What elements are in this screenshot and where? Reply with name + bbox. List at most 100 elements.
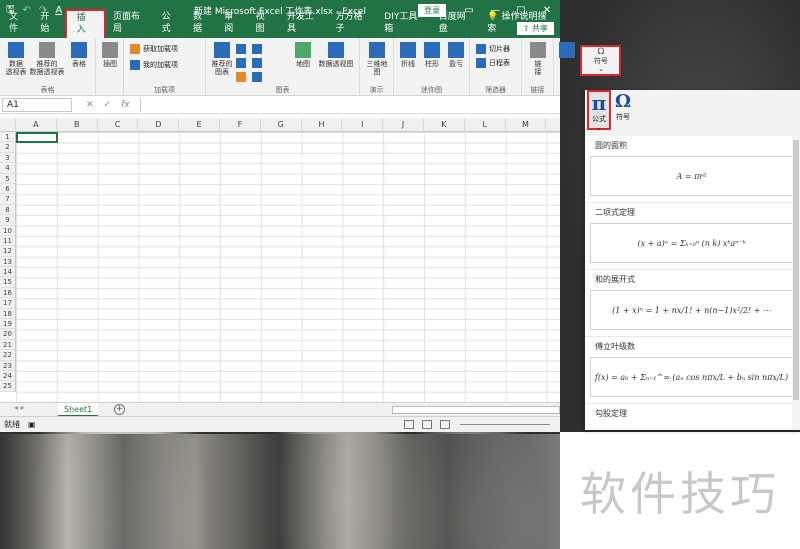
my-addins-button[interactable]: 我的加载项 [130, 60, 178, 70]
column-header[interactable]: J [383, 118, 424, 132]
equation-item-fourier[interactable]: 傅立叶级数 f(x) = a₀ + Σₙ₌₁^∞ (aₙ cos nπx/L +… [585, 337, 800, 404]
recommended-charts-button[interactable]: 推荐的 图表 [210, 42, 234, 76]
column-header[interactable]: N [546, 118, 560, 132]
zoom-slider[interactable] [460, 424, 550, 425]
hierarchy-chart-icon[interactable] [252, 44, 262, 54]
illustrations-button[interactable]: 插图 [101, 42, 119, 68]
row-header[interactable]: 16 [0, 288, 15, 299]
column-header[interactable]: L [465, 118, 506, 132]
page-layout-view-icon[interactable] [422, 420, 432, 429]
tab-ffgz[interactable]: 方方格子 [329, 11, 378, 38]
row-header[interactable]: 8 [0, 205, 15, 216]
symbol-button[interactable]: Ω 符号 [613, 92, 633, 122]
tab-insert[interactable]: 插入 [64, 9, 106, 38]
sparkline-column-button[interactable]: 柱形 [422, 42, 442, 68]
equation-item-pythagorean[interactable]: 勾股定理 [585, 404, 800, 420]
column-header[interactable]: F [220, 118, 261, 132]
row-header[interactable]: 14 [0, 267, 15, 278]
row-header[interactable]: 19 [0, 319, 15, 330]
row-header[interactable]: 10 [0, 226, 15, 236]
normal-view-icon[interactable] [404, 420, 414, 429]
row-header[interactable]: 18 [0, 309, 15, 320]
table-button[interactable]: 表格 [68, 42, 90, 68]
equation-preview[interactable]: A = πr² [590, 156, 793, 196]
active-cell-a1[interactable] [16, 132, 58, 143]
tab-file[interactable]: 文件 [2, 11, 33, 38]
pie-chart-icon[interactable] [236, 72, 246, 82]
name-box[interactable]: A1 [2, 97, 72, 112]
tab-view[interactable]: 视图 [249, 11, 280, 38]
enter-icon[interactable]: ✓ [104, 100, 112, 110]
column-header[interactable]: K [424, 118, 465, 132]
share-button[interactable]: ⇪ 共享 [516, 22, 554, 35]
row-header[interactable]: 2 [0, 142, 15, 153]
statistic-chart-icon[interactable] [252, 58, 262, 68]
formula-input[interactable] [139, 97, 560, 112]
row-header[interactable]: 25 [0, 381, 15, 392]
macro-record-icon[interactable]: ▣ [28, 420, 36, 429]
column-header[interactable]: C [98, 118, 139, 132]
sheet-nav-arrows[interactable]: ◂ ▸ [14, 403, 25, 412]
equation-item-expansion[interactable]: 和的展开式 (1 + x)ⁿ = 1 + nx/1! + n(n−1)x²/2!… [585, 270, 800, 337]
sparkline-line-button[interactable]: 折线 [398, 42, 418, 68]
column-header[interactable]: E [179, 118, 220, 132]
map-chart-button[interactable]: 地图 [292, 42, 314, 68]
equation-item-binomial[interactable]: 二项式定理 (x + a)ⁿ = Σₖ₌₀ⁿ (n k) xᵏaⁿ⁻ᵏ [585, 203, 800, 270]
scatter-chart-icon[interactable] [252, 72, 262, 82]
row-header[interactable]: 20 [0, 329, 15, 340]
row-header[interactable]: 17 [0, 298, 15, 309]
link-button[interactable]: 链 接 [530, 42, 546, 76]
pivot-table-button[interactable]: 数据 透视表 [4, 42, 28, 76]
row-header[interactable]: 5 [0, 174, 15, 184]
cancel-icon[interactable]: ✕ [86, 100, 94, 110]
column-header[interactable]: H [302, 118, 343, 132]
row-header[interactable]: 9 [0, 215, 15, 226]
horizontal-scrollbar[interactable] [392, 406, 560, 414]
sparkline-winloss-button[interactable]: 盈亏 [446, 42, 466, 68]
row-header[interactable]: 21 [0, 340, 15, 351]
timeline-button[interactable]: 日程表 [476, 58, 510, 68]
line-chart-icon[interactable] [236, 58, 246, 68]
row-header[interactable]: 12 [0, 246, 15, 257]
tab-baidu-netdisk[interactable]: 百度网盘 [432, 11, 481, 38]
tab-data[interactable]: 数据 [186, 11, 217, 38]
tab-formulas[interactable]: 公式 [155, 11, 186, 38]
equation-dropdown-icon[interactable]: ⌄ [589, 124, 609, 132]
select-all-corner[interactable] [0, 118, 16, 132]
page-break-view-icon[interactable] [440, 420, 450, 429]
equation-button[interactable]: π 公式 ⌄ [587, 90, 611, 132]
gallery-scrollbar[interactable] [792, 136, 800, 430]
column-chart-icon[interactable] [236, 44, 246, 54]
row-header[interactable]: 7 [0, 194, 15, 205]
cell-area[interactable] [16, 132, 560, 402]
row-header[interactable]: 15 [0, 277, 15, 288]
equation-preview[interactable]: f(x) = a₀ + Σₙ₌₁^∞ (aₙ cos nπx/L + bₙ si… [590, 357, 793, 397]
add-sheet-icon[interactable]: + [114, 404, 125, 415]
insert-function-icon[interactable]: fx [121, 100, 130, 110]
column-header[interactable]: A [16, 118, 57, 132]
row-header[interactable]: 4 [0, 163, 15, 174]
row-header[interactable]: 24 [0, 371, 15, 382]
equation-preview[interactable]: (x + a)ⁿ = Σₖ₌₀ⁿ (n k) xᵏaⁿ⁻ᵏ [590, 223, 793, 263]
row-header[interactable]: 6 [0, 184, 15, 195]
tab-home[interactable]: 开始 [33, 11, 64, 38]
row-header[interactable]: 22 [0, 350, 15, 361]
3d-map-button[interactable]: 三维地 图 [366, 42, 388, 76]
recommended-pivot-button[interactable]: 推荐的 数据透视表 [30, 42, 65, 76]
tab-page-layout[interactable]: 页面布局 [106, 11, 155, 38]
text-button[interactable]: 文本 [556, 42, 578, 68]
row-header[interactable]: 13 [0, 257, 15, 268]
get-addins-button[interactable]: 获取加载项 [130, 44, 178, 54]
column-header[interactable]: G [261, 118, 302, 132]
row-header[interactable]: 1 [0, 132, 15, 143]
column-header[interactable]: I [342, 118, 384, 132]
symbols-button[interactable]: Ω 符号 ⌄ [580, 45, 621, 76]
tab-developer[interactable]: 开发工具 [280, 11, 329, 38]
row-header[interactable]: 11 [0, 236, 15, 247]
column-header[interactable]: D [138, 118, 180, 132]
equation-item-circle-area[interactable]: 圆的面积 A = πr² [585, 136, 800, 203]
pivot-chart-button[interactable]: 数据透视图 [314, 42, 358, 68]
tab-diy-toolbox[interactable]: DIY工具箱 [377, 11, 432, 38]
column-header[interactable]: M [506, 118, 547, 132]
row-header[interactable]: 23 [0, 361, 15, 371]
